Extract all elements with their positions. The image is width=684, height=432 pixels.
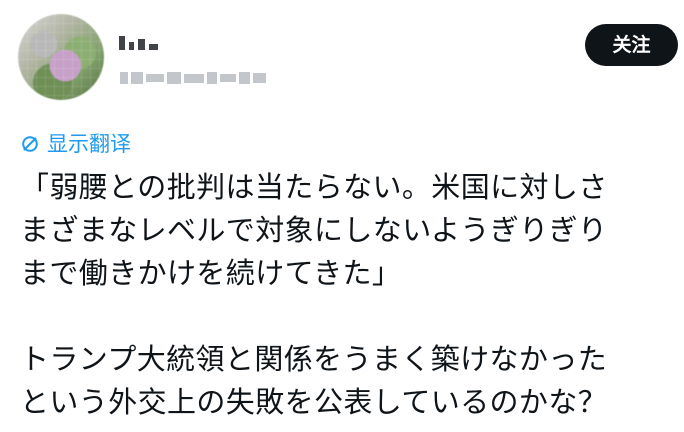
show-translation-label: 显示翻译	[47, 132, 131, 156]
redaction-block	[138, 39, 145, 50]
redaction-block	[120, 72, 128, 84]
redaction-block	[149, 44, 158, 50]
user-handle-redacted	[120, 68, 295, 88]
tweet-line: まで働きかけを続けてきた」	[20, 256, 402, 290]
redaction-block	[239, 72, 250, 84]
redaction-block	[184, 73, 204, 83]
tweet-line: 「弱腰との批判は当たらない。米国に対しさ	[20, 170, 608, 204]
avatar-blur-overlay	[18, 14, 104, 100]
redaction-block	[131, 72, 143, 84]
redaction-block	[129, 42, 134, 50]
tweet-line: トランプ大統領と関係をうまく築けなかった	[20, 342, 608, 376]
redaction-block	[119, 36, 125, 50]
redaction-block	[253, 73, 266, 83]
tweet-line: という外交上の失敗を公表しているのかな？	[20, 385, 608, 419]
redaction-block	[220, 74, 236, 82]
avatar[interactable]	[18, 14, 104, 100]
translate-icon	[20, 134, 40, 154]
show-translation-link[interactable]: 显示翻译	[20, 130, 131, 158]
redaction-block	[146, 74, 164, 82]
tweet-line: まざまなレベルで対象にしないようぎりぎり	[20, 213, 608, 247]
redaction-block	[167, 72, 181, 84]
tweet-text: 「弱腰との批判は当たらない。米国に対しさ まざまなレベルで対象にしないようぎりぎ…	[20, 166, 670, 424]
redaction-block	[207, 72, 217, 84]
follow-button[interactable]: 关注	[585, 24, 678, 66]
display-name-redacted[interactable]	[119, 26, 175, 50]
